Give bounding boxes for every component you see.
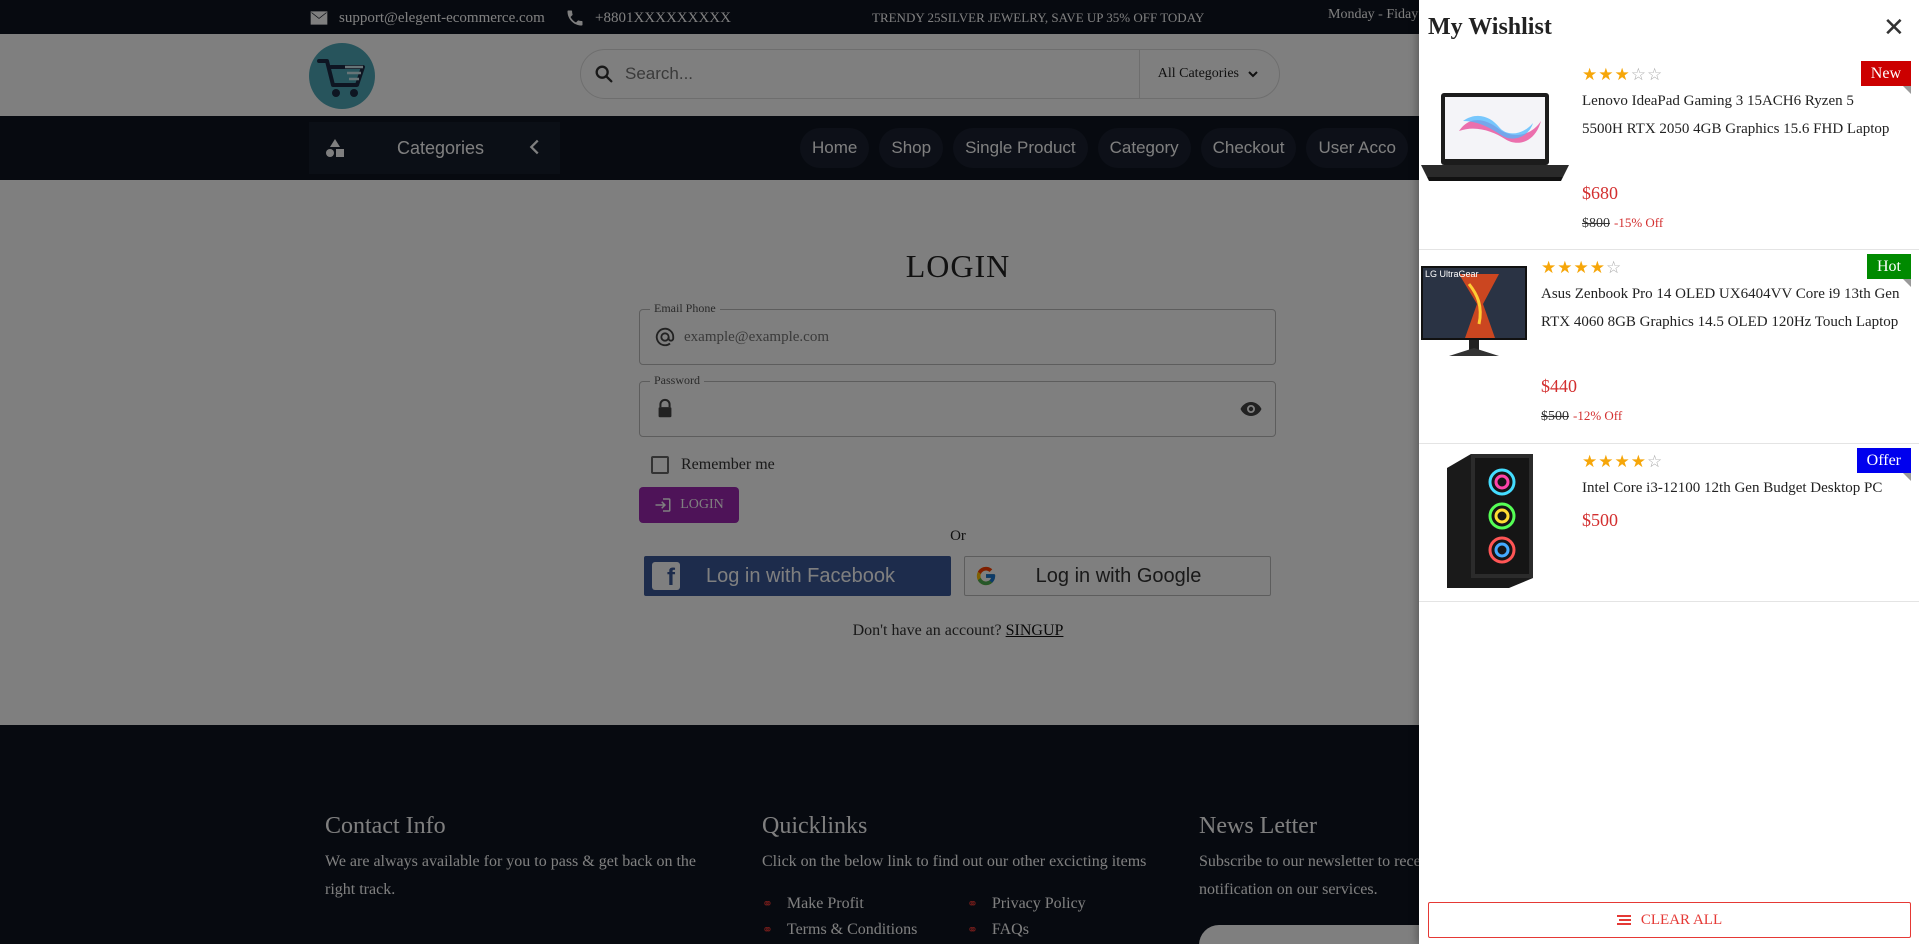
discount-label: -12% Off — [1573, 408, 1623, 423]
wishlist-item-price: $500 — [1582, 510, 1618, 530]
badge-offer: Offer — [1856, 448, 1912, 481]
rating-stars: ★★★★☆ — [1582, 452, 1664, 472]
badge-hot: Hot — [1867, 254, 1911, 287]
old-price: $500 — [1541, 409, 1569, 424]
old-price: $800 — [1582, 216, 1610, 231]
clear-all-label: CLEAR ALL — [1640, 911, 1723, 928]
close-icon[interactable]: ✕ — [1883, 15, 1905, 41]
wishlist-item-old-price: $800 -15% Off — [1582, 215, 1663, 232]
monitor-brand-text: LG UltraGear — [1425, 269, 1479, 279]
wishlist-item-price: $440 — [1541, 376, 1577, 396]
desktop-pc-image[interactable] — [1441, 452, 1541, 590]
discount-label: -15% Off — [1614, 215, 1664, 230]
wishlist-item-name[interactable]: Lenovo IdeaPad Gaming 3 15ACH6 Ryzen 5 5… — [1582, 87, 1892, 143]
wishlist-drawer: My Wishlist ✕ New ★★★☆☆ Lenovo IdeaPad G… — [1419, 0, 1919, 944]
laptop-image[interactable] — [1419, 91, 1571, 187]
clear-list-icon — [1616, 915, 1631, 925]
wishlist-item-name[interactable]: Intel Core i3-12100 12th Gen Budget Desk… — [1582, 474, 1912, 502]
monitor-image[interactable]: LG UltraGear — [1419, 264, 1529, 364]
clear-all-button[interactable]: CLEAR ALL — [1428, 902, 1911, 938]
wishlist-title: My Wishlist — [1428, 14, 1552, 40]
rating-stars: ★★★★☆ — [1541, 258, 1623, 278]
wishlist-item-name[interactable]: Asus Zenbook Pro 14 OLED UX6404VV Core i… — [1541, 280, 1913, 336]
wishlist-item: Offer ★★★★☆ Intel Core i3-12100 12th Gen… — [1419, 444, 1919, 602]
rating-stars: ★★★☆☆ — [1582, 65, 1664, 85]
wishlist-item-old-price: $500 -12% Off — [1541, 408, 1622, 425]
wishlist-item-price: $680 — [1582, 183, 1618, 203]
wishlist-item: Hot LG UltraGear ★★★★☆ Asus Zenbook Pro … — [1419, 250, 1919, 444]
wishlist-item: New ★★★☆☆ Lenovo IdeaPad Gaming 3 15ACH6… — [1419, 57, 1919, 250]
badge-new: New — [1860, 61, 1912, 94]
